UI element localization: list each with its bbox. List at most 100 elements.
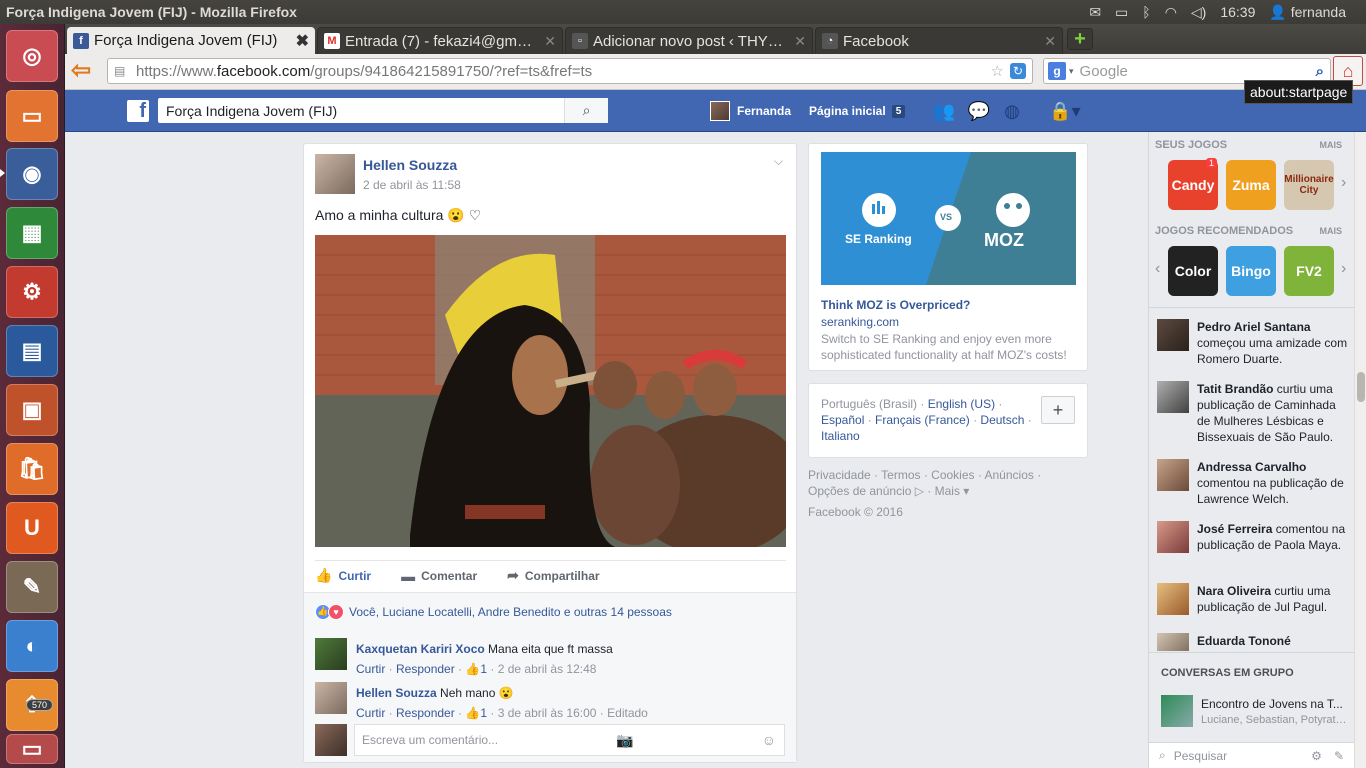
- comment-edited[interactable]: Editado: [607, 706, 648, 720]
- commenter-name[interactable]: Hellen Souzza: [356, 686, 437, 700]
- gimp-icon[interactable]: ✎: [6, 561, 58, 613]
- language-link[interactable]: Français (France): [875, 413, 970, 427]
- comment-like-count[interactable]: 1: [480, 706, 487, 720]
- games-prev-arrow-icon[interactable]: ‹: [1155, 260, 1160, 278]
- scrollbar-thumb[interactable]: [1357, 372, 1365, 402]
- comment-like-count[interactable]: 1: [480, 662, 487, 676]
- author-avatar[interactable]: [315, 154, 355, 194]
- ad-image[interactable]: SE Ranking VS MOZ: [821, 152, 1076, 285]
- files-icon[interactable]: ▭: [6, 90, 58, 142]
- new-message-icon[interactable]: ✎: [1334, 749, 1344, 763]
- comment-like-count-icon[interactable]: 👍: [465, 662, 480, 676]
- commenter-name[interactable]: Kaxquetan Kariri Xoco: [356, 642, 485, 656]
- comment-time[interactable]: 3 de abril às 16:00: [498, 706, 597, 720]
- close-tab-icon[interactable]: ✕: [1044, 33, 1056, 50]
- home-link[interactable]: Página inicial 5: [809, 90, 906, 132]
- recommended-next-arrow-icon[interactable]: ›: [1341, 260, 1346, 278]
- tab-forca-indigena[interactable]: f Força Indigena Jovem (FIJ) ✖: [67, 27, 315, 54]
- commenter-avatar[interactable]: [315, 682, 347, 714]
- site-identity-icon[interactable]: ▤: [114, 64, 128, 78]
- profile-link[interactable]: Fernanda: [710, 90, 791, 132]
- page-scrollbar[interactable]: [1354, 132, 1366, 768]
- chromium-icon[interactable]: ◐: [6, 620, 58, 672]
- footer-ad-options[interactable]: Opções de anúncio ▷ · Mais ▾: [808, 483, 1058, 499]
- user-indicator[interactable]: 👤 fernanda: [1269, 4, 1346, 21]
- clock[interactable]: 16:39: [1220, 4, 1255, 20]
- chat-search-input[interactable]: ⌕ Pesquisar ⚙ ✎: [1149, 742, 1354, 768]
- game-bingo[interactable]: Bingo: [1226, 246, 1276, 296]
- comment-like-link[interactable]: Curtir: [356, 662, 385, 676]
- friend-requests-icon[interactable]: 👥: [932, 100, 956, 122]
- ad-domain[interactable]: seranking.com: [821, 315, 899, 329]
- bluetooth-icon[interactable]: ᛒ: [1142, 4, 1150, 20]
- commenter-avatar[interactable]: [315, 638, 347, 670]
- ubuntu-one-icon[interactable]: U: [6, 502, 58, 554]
- libreoffice-impress-icon[interactable]: ▣: [6, 384, 58, 436]
- notifications-globe-icon[interactable]: ◍: [1000, 100, 1024, 122]
- comment-like-count-icon[interactable]: 👍: [465, 706, 480, 720]
- tab-wordpress[interactable]: ▫ Adicionar novo post ‹ THYD... ✕: [565, 27, 813, 54]
- more-games-link[interactable]: MAIS: [1320, 140, 1343, 150]
- firefox-icon[interactable]: ◉: [6, 148, 58, 200]
- trash-icon[interactable]: ▭: [6, 734, 58, 764]
- language-link[interactable]: Italiano: [821, 429, 860, 443]
- footer-links[interactable]: Privacidade · Termos · Cookies · Anúncio…: [808, 467, 1058, 483]
- reactions-summary[interactable]: 👍 ♥ Você, Luciane Locatelli, Andre Bened…: [304, 592, 796, 630]
- account-menu-icon[interactable]: 🔒▾: [1045, 100, 1085, 122]
- games-next-arrow-icon[interactable]: ›: [1341, 174, 1346, 192]
- gear-icon[interactable]: ⚙: [1311, 749, 1322, 763]
- ticker-item[interactable]: Eduarda Tononé: [1157, 633, 1353, 651]
- software-center-icon[interactable]: 🛍: [6, 443, 58, 495]
- messages-icon[interactable]: 💬: [967, 100, 991, 122]
- new-tab-button[interactable]: +: [1067, 28, 1093, 50]
- back-button[interactable]: ⇦: [71, 59, 97, 85]
- settings-icon[interactable]: ⚙: [6, 266, 58, 318]
- libreoffice-writer-icon[interactable]: ▤: [6, 325, 58, 377]
- battery-icon[interactable]: ▭: [1115, 4, 1128, 21]
- google-engine-icon[interactable]: g: [1048, 62, 1066, 80]
- post-time[interactable]: 2 de abril às 11:58: [363, 178, 461, 192]
- close-tab-icon[interactable]: ✖: [296, 31, 309, 51]
- share-button[interactable]: ➦ Compartilhar: [507, 567, 599, 584]
- ubuntu-dash-icon[interactable]: ◎: [6, 30, 58, 82]
- search-icon[interactable]: ⌕: [564, 98, 608, 123]
- language-link[interactable]: Español: [821, 413, 864, 427]
- post-photo[interactable]: [315, 235, 786, 547]
- game-zuma[interactable]: Zuma: [1226, 160, 1276, 210]
- comment-input[interactable]: Escreva um comentário... 📷 ☺: [354, 724, 785, 756]
- post-options-chevron-icon[interactable]: ⌵: [774, 154, 783, 169]
- volume-icon[interactable]: ◁): [1191, 4, 1206, 21]
- comment-like-link[interactable]: Curtir: [356, 706, 385, 720]
- comment-time[interactable]: 2 de abril às 12:48: [498, 662, 597, 676]
- search-icon[interactable]: ⌕: [1316, 63, 1324, 80]
- close-tab-icon[interactable]: ✕: [794, 33, 806, 50]
- more-recommended-link[interactable]: MAIS: [1320, 226, 1343, 236]
- libreoffice-calc-icon[interactable]: ▦: [6, 207, 58, 259]
- add-language-button[interactable]: +: [1041, 396, 1075, 424]
- bookmark-star-icon[interactable]: ☆: [991, 62, 1004, 80]
- comment-reply-link[interactable]: Responder: [396, 662, 455, 676]
- url-bar[interactable]: ▤ https://www.facebook.com/groups/941864…: [107, 58, 1033, 84]
- tab-gmail[interactable]: M Entrada (7) - fekazi4@gmail... ✕: [317, 27, 563, 54]
- mail-icon[interactable]: ✉: [1089, 4, 1101, 21]
- facebook-search-input[interactable]: Força Indigena Jovem (FIJ) ⌕: [158, 98, 608, 123]
- post-author[interactable]: Hellen Souzza: [363, 157, 457, 173]
- language-link[interactable]: Deutsch: [980, 413, 1024, 427]
- game-millionaire-city[interactable]: Millionaire City: [1284, 160, 1334, 210]
- comment-button[interactable]: ▬ Comentar: [401, 568, 477, 584]
- ad-title[interactable]: Think MOZ is Overpriced?: [821, 298, 970, 312]
- emoji-icon[interactable]: ☺: [762, 732, 776, 748]
- like-button[interactable]: 👍 Curtir: [315, 567, 371, 584]
- camera-icon[interactable]: 📷: [616, 732, 633, 749]
- sponsored-ad[interactable]: SE Ranking VS MOZ Think MOZ is Overprice…: [808, 143, 1088, 371]
- game-farmville[interactable]: FV2: [1284, 246, 1334, 296]
- tab-facebook[interactable]: ◔ Facebook ✕: [815, 27, 1063, 54]
- close-tab-icon[interactable]: ✕: [544, 33, 556, 50]
- language-link[interactable]: English (US): [928, 397, 995, 411]
- engine-dropdown-icon[interactable]: ▾: [1069, 66, 1074, 77]
- comment-reply-link[interactable]: Responder: [396, 706, 455, 720]
- wifi-icon[interactable]: ◠: [1165, 4, 1177, 21]
- facebook-logo-icon[interactable]: f: [127, 100, 149, 122]
- game-color[interactable]: Color: [1168, 246, 1218, 296]
- reload-icon[interactable]: ↻: [1010, 63, 1026, 79]
